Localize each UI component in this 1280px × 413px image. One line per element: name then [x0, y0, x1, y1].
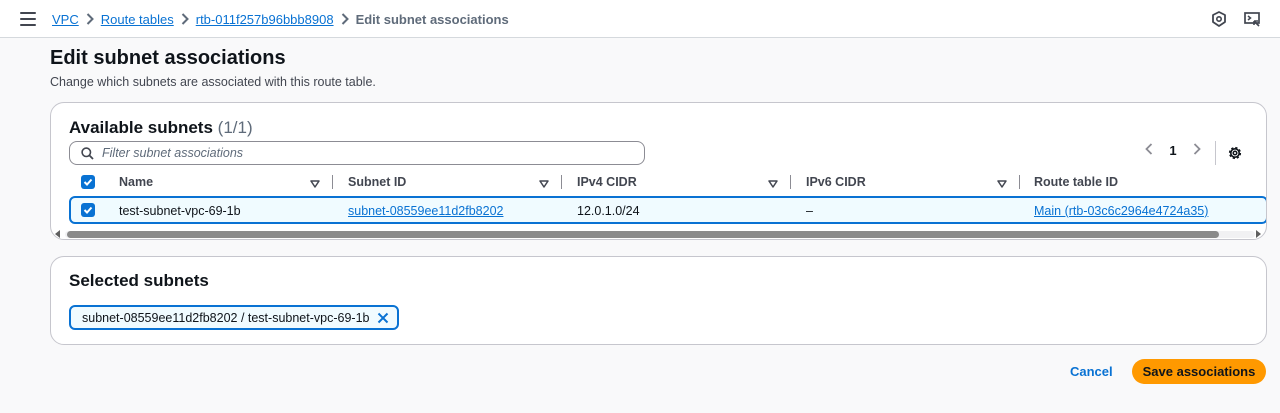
scroll-right-icon[interactable] [1256, 230, 1261, 238]
cell-ipv6-cidr: – [806, 204, 813, 218]
column-divider[interactable] [561, 175, 562, 189]
pager-divider [1215, 141, 1216, 165]
available-subnets-panel: Available subnets (1/1) Filter subnet as… [50, 102, 1267, 240]
breadcrumb: VPC Route tables rtb-011f257b96bbb8908 E… [52, 0, 509, 38]
selected-subnets-title: Selected subnets [69, 271, 209, 290]
column-divider[interactable] [790, 175, 791, 189]
search-icon [81, 147, 94, 160]
menu-icon[interactable] [20, 12, 36, 26]
scroll-left-icon[interactable] [55, 230, 60, 238]
chevron-right-icon [174, 13, 196, 25]
cancel-button[interactable]: Cancel [1060, 359, 1123, 384]
horizontal-scrollbar[interactable] [55, 229, 1263, 239]
token-label: subnet-08559ee11d2fb8202 / test-subnet-v… [82, 310, 370, 325]
filter-placeholder: Filter subnet associations [102, 146, 244, 160]
table-row[interactable]: test-subnet-vpc-69-1b subnet-08559ee11d2… [69, 196, 1266, 224]
cell-route-table-link[interactable]: Main (rtb-03c6c2964e4724a35) [1034, 204, 1208, 218]
available-subnets-heading: Available subnets (1/1) [69, 118, 253, 138]
available-subnets-count: (1/1) [217, 118, 253, 137]
cell-ipv4-cidr: 12.0.1.0/24 [577, 204, 640, 218]
previous-page-icon[interactable] [1139, 143, 1159, 158]
select-all-checkbox[interactable] [81, 175, 95, 189]
cloudshell-icon[interactable] [1243, 10, 1261, 28]
sort-icon[interactable] [997, 177, 1007, 188]
column-divider[interactable] [1019, 175, 1020, 189]
cell-name: test-subnet-vpc-69-1b [119, 204, 241, 218]
available-subnets-title: Available subnets [69, 118, 213, 137]
page-number[interactable]: 1 [1159, 143, 1187, 158]
row-checkbox[interactable] [81, 203, 95, 217]
column-header-route-table-id[interactable]: Route table ID [1034, 175, 1118, 189]
top-navigation-bar: VPC Route tables rtb-011f257b96bbb8908 E… [0, 0, 1280, 38]
column-header-ipv4-cidr[interactable]: IPv4 CIDR [577, 175, 637, 189]
gear-icon[interactable] [1227, 145, 1243, 161]
breadcrumb-route-tables[interactable]: Route tables [101, 12, 174, 27]
scroll-thumb[interactable] [67, 231, 1219, 238]
sort-icon[interactable] [768, 177, 778, 188]
page-title: Edit subnet associations [50, 47, 286, 69]
selected-subnets-panel: Selected subnets subnet-08559ee11d2fb820… [50, 256, 1267, 345]
filter-subnet-input[interactable]: Filter subnet associations [69, 141, 645, 165]
column-divider[interactable] [332, 175, 333, 189]
breadcrumb-current: Edit subnet associations [355, 11, 509, 27]
breadcrumb-vpc[interactable]: VPC [52, 12, 79, 27]
selected-subnet-token: subnet-08559ee11d2fb8202 / test-subnet-v… [69, 305, 400, 330]
column-header-name[interactable]: Name [119, 175, 153, 189]
column-header-ipv6-cidr[interactable]: IPv6 CIDR [806, 175, 866, 189]
page-description: Change which subnets are associated with… [50, 75, 376, 89]
save-associations-button[interactable]: Save associations [1132, 359, 1266, 384]
column-header-subnet-id[interactable]: Subnet ID [348, 175, 406, 189]
security-shield-icon[interactable] [1210, 10, 1228, 28]
next-page-icon[interactable] [1187, 143, 1207, 158]
close-icon[interactable] [377, 312, 389, 324]
table-header: Name Subnet ID IPv4 CIDR IPv6 CIDR Route… [69, 171, 1266, 193]
chevron-right-icon [79, 13, 101, 25]
breadcrumb-route-table-id[interactable]: rtb-011f257b96bbb8908 [196, 12, 334, 27]
pagination: 1 [1139, 143, 1207, 158]
cell-subnet-id-link[interactable]: subnet-08559ee11d2fb8202 [348, 204, 503, 218]
chevron-right-icon [334, 13, 356, 25]
sort-icon[interactable] [310, 177, 320, 188]
sort-icon[interactable] [539, 177, 549, 188]
